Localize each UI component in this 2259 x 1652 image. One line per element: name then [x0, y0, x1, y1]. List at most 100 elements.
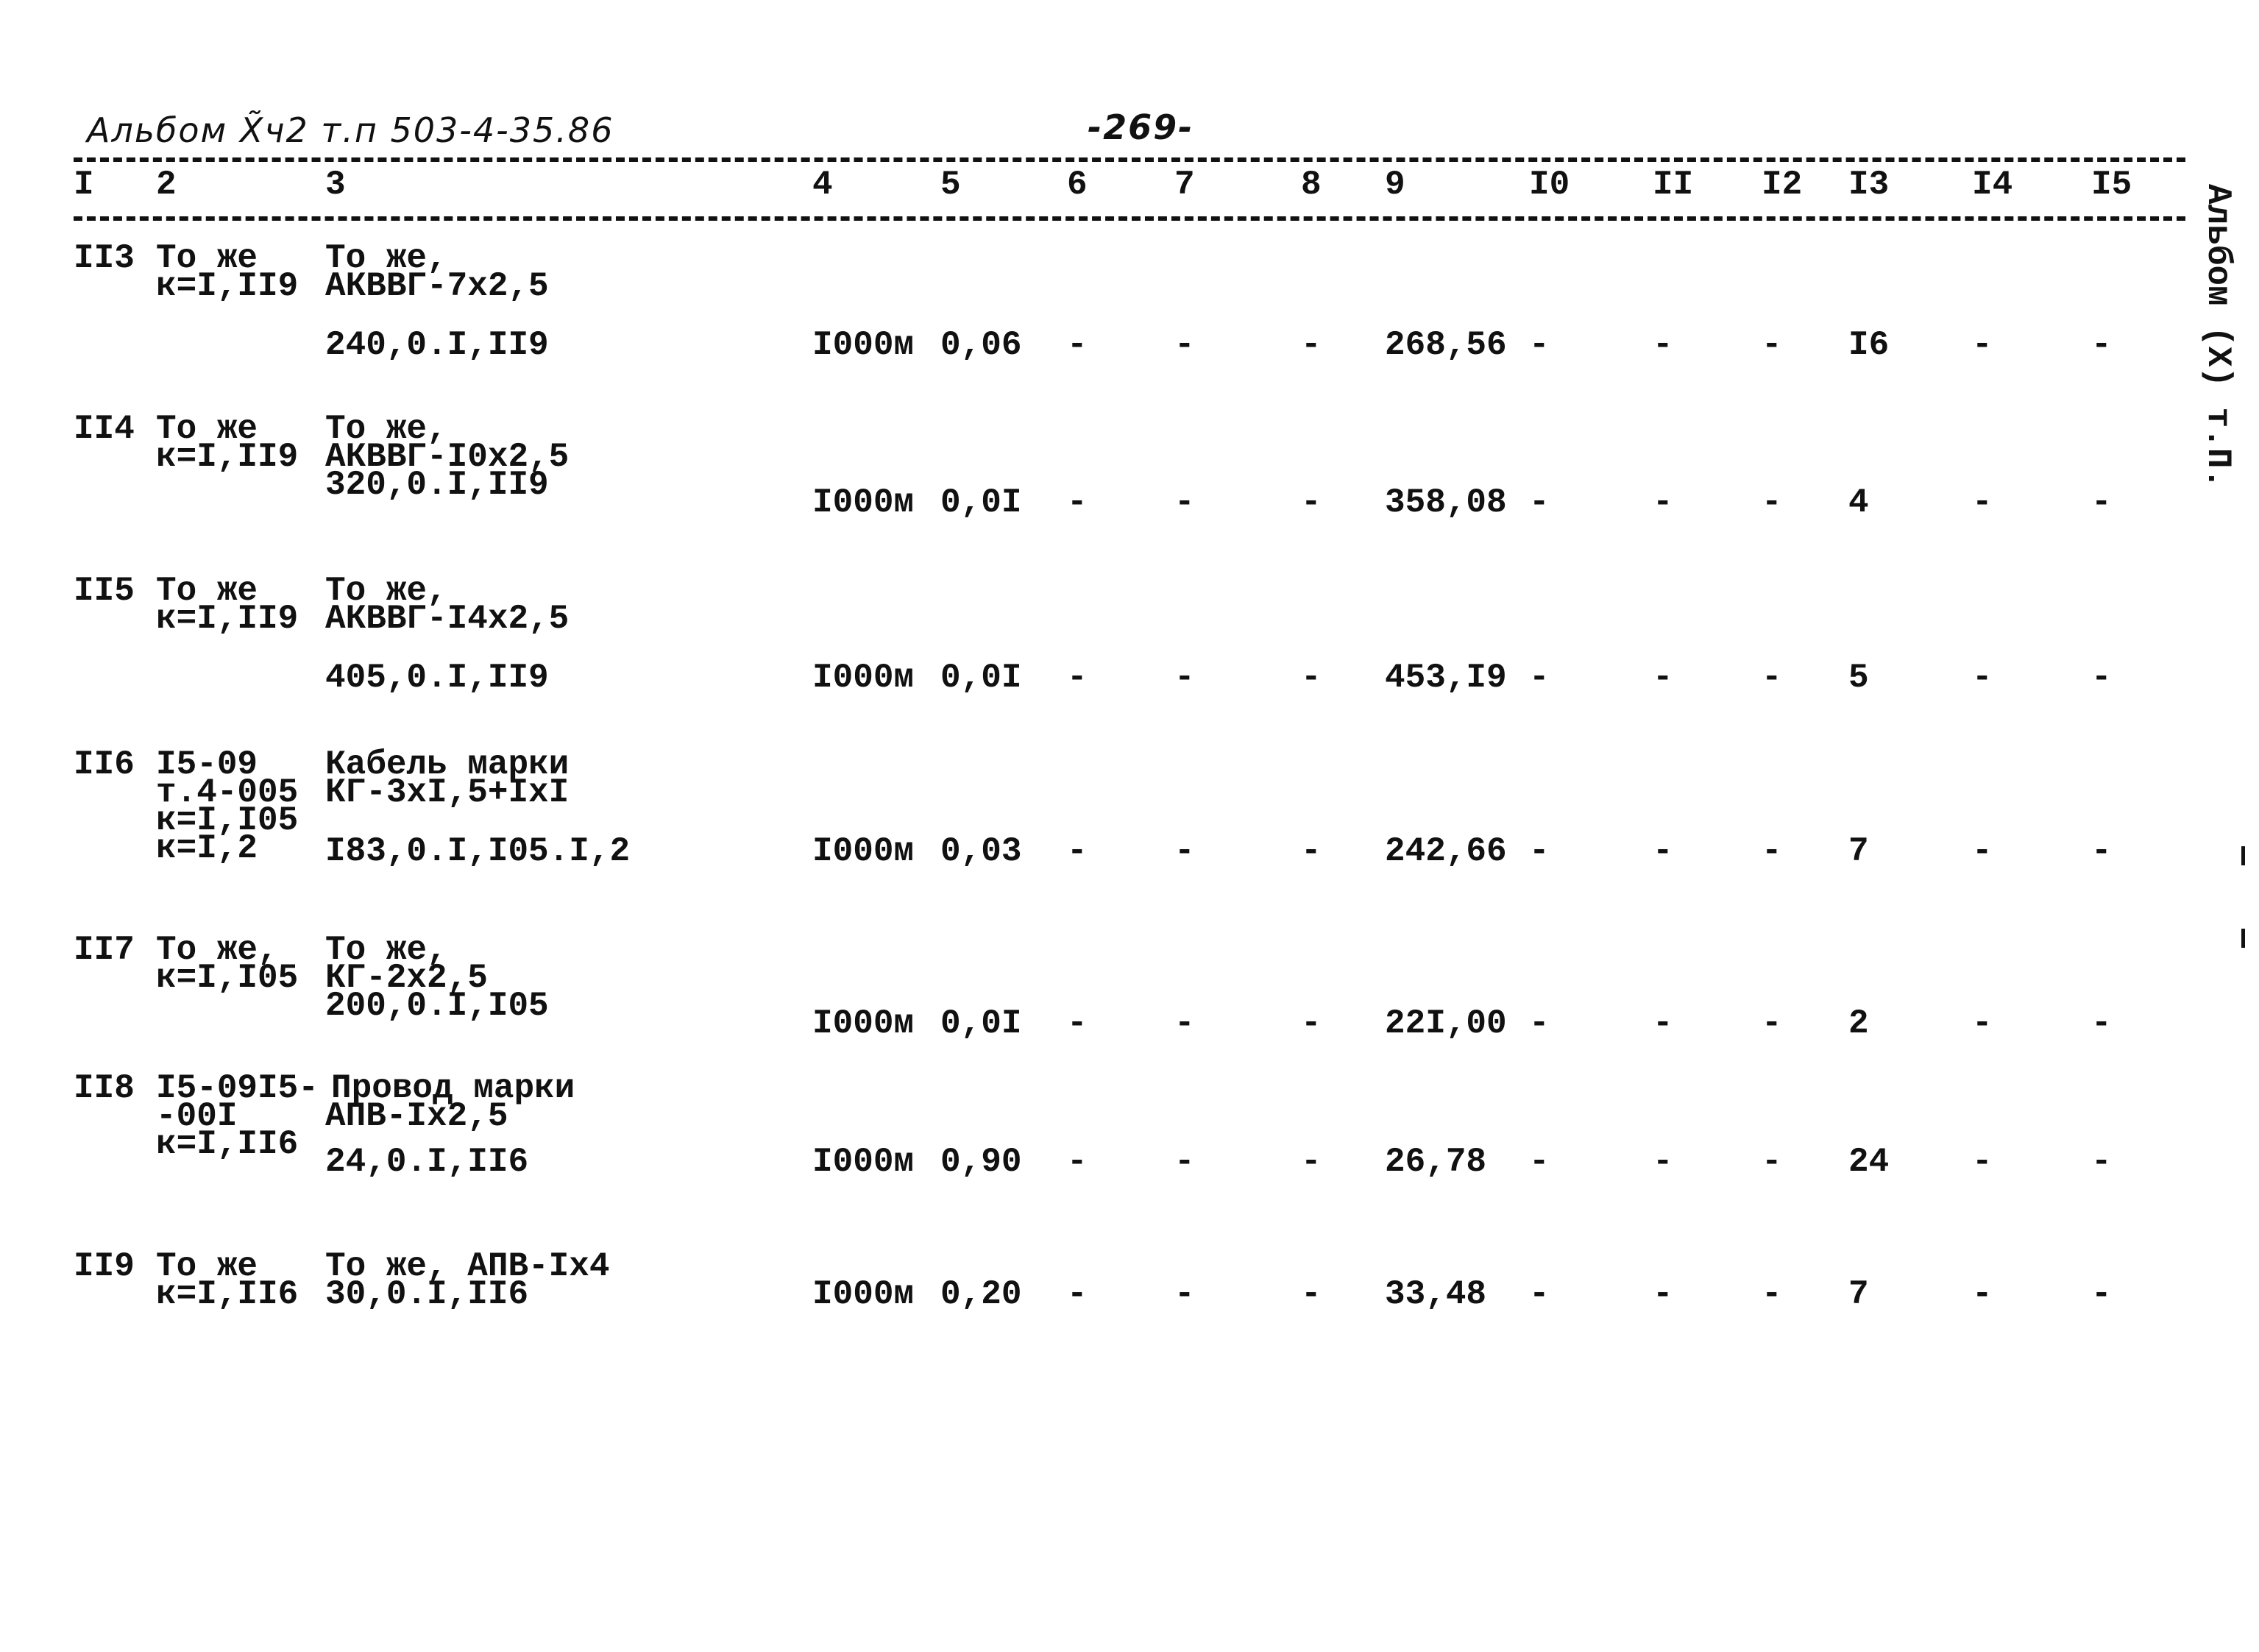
row-col13: 2: [1848, 1004, 1869, 1043]
row-col13: I6: [1848, 326, 1890, 364]
row-col9: 26,78: [1385, 1143, 1487, 1181]
margin-tick-mark: [2241, 846, 2245, 865]
row-col15: -: [2091, 326, 2112, 364]
row-col9: 453,I9: [1385, 659, 1507, 697]
row-number: II8: [74, 1069, 135, 1107]
col-num-14: I4: [1972, 166, 2013, 204]
row-col11: -: [1653, 659, 1673, 697]
row-col11: -: [1653, 1143, 1673, 1181]
row-code-line: к=I,2: [156, 829, 258, 868]
col-num-3: 3: [325, 166, 346, 204]
row-col6: -: [1067, 483, 1088, 522]
row-col8: -: [1301, 659, 1322, 697]
row-col10: -: [1529, 326, 1550, 364]
margin-tick-mark: [2241, 929, 2245, 948]
row-col6: -: [1067, 1143, 1088, 1181]
row-quantity: 0,0I: [940, 659, 1022, 697]
row-col9: 22I,00: [1385, 1004, 1507, 1043]
row-desc-line: I83,0.I,I05.I,2: [325, 832, 631, 871]
row-quantity: 0,20: [940, 1275, 1022, 1314]
row-col8: -: [1301, 1004, 1322, 1043]
row-col7: -: [1174, 483, 1195, 522]
row-col13: 5: [1848, 659, 1869, 697]
row-col11: -: [1653, 1004, 1673, 1043]
row-code-line: к=I,II9: [156, 438, 299, 476]
row-col6: -: [1067, 326, 1088, 364]
row-col12: -: [1762, 483, 1782, 522]
row-code-line: к=I,I05: [156, 959, 299, 997]
row-col9: 33,48: [1385, 1275, 1487, 1314]
row-col14: -: [1972, 832, 1993, 871]
col-num-13: I3: [1848, 166, 1890, 204]
row-col7: -: [1174, 659, 1195, 697]
row-col8: -: [1301, 483, 1322, 522]
row-col6: -: [1067, 1004, 1088, 1043]
row-unit: I000м: [812, 1143, 915, 1181]
row-col12: -: [1762, 832, 1782, 871]
row-col15: -: [2091, 659, 2112, 697]
row-number: II5: [74, 572, 135, 610]
row-col12: -: [1762, 326, 1782, 364]
document-page: Альбом X̃ч2 т.п 503-4-35.86 -269- I 2 3 …: [0, 0, 2259, 1652]
row-desc-line: КГ-3хI,5+IхI: [325, 773, 570, 812]
row-number: II3: [74, 239, 135, 277]
row-col12: -: [1762, 1143, 1782, 1181]
row-col7: -: [1174, 1275, 1195, 1314]
row-desc-line: АКВВГ-I4х2,5: [325, 600, 570, 638]
col-num-4: 4: [812, 166, 833, 204]
row-number: II9: [74, 1247, 135, 1286]
col-num-10: I0: [1529, 166, 1570, 204]
col-num-6: 6: [1067, 166, 1088, 204]
row-code-line: к=I,II9: [156, 600, 299, 638]
row-col10: -: [1529, 832, 1550, 871]
row-col7: -: [1174, 326, 1195, 364]
col-num-5: 5: [940, 166, 961, 204]
row-col8: -: [1301, 326, 1322, 364]
row-col7: -: [1174, 832, 1195, 871]
row-desc-line: 320,0.I,II9: [325, 466, 549, 504]
row-number: II6: [74, 745, 135, 784]
row-desc-line: 405,0.I,II9: [325, 659, 549, 697]
col-num-12: I2: [1762, 166, 1803, 204]
row-col14: -: [1972, 1004, 1993, 1043]
row-col10: -: [1529, 1004, 1550, 1043]
row-col14: -: [1972, 1275, 1993, 1314]
row-code-line: к=I,II6: [156, 1275, 299, 1314]
row-desc-line: 240,0.I,II9: [325, 326, 549, 364]
row-unit: I000м: [812, 483, 915, 522]
row-col12: -: [1762, 1004, 1782, 1043]
row-unit: I000м: [812, 832, 915, 871]
album-reference: Альбом X̃ч2 т.п 503-4-35.86: [87, 110, 614, 150]
header-bottom-rule: [74, 216, 2185, 221]
row-number: II7: [74, 931, 135, 969]
row-col12: -: [1762, 659, 1782, 697]
row-col11: -: [1653, 1275, 1673, 1314]
row-desc-line: АПВ-Iх2,5: [325, 1097, 508, 1135]
row-quantity: 0,90: [940, 1143, 1022, 1181]
row-col15: -: [2091, 1143, 2112, 1181]
col-num-7: 7: [1174, 166, 1195, 204]
row-col14: -: [1972, 483, 1993, 522]
row-col9: 242,66: [1385, 832, 1507, 871]
row-number: II4: [74, 410, 135, 448]
header-top-rule: [74, 157, 2185, 162]
row-col14: -: [1972, 659, 1993, 697]
row-unit: I000м: [812, 1004, 915, 1043]
row-col15: -: [2091, 483, 2112, 522]
row-col8: -: [1301, 1275, 1322, 1314]
row-col13: 7: [1848, 832, 1869, 871]
row-quantity: 0,03: [940, 832, 1022, 871]
row-unit: I000м: [812, 659, 915, 697]
row-col13: 4: [1848, 483, 1869, 522]
row-col6: -: [1067, 659, 1088, 697]
row-desc-line: АКВВГ-7х2,5: [325, 267, 549, 305]
row-col6: -: [1067, 832, 1088, 871]
row-desc-line: 30,0.I,II6: [325, 1275, 529, 1314]
col-num-9: 9: [1385, 166, 1405, 204]
row-col9: 268,56: [1385, 326, 1507, 364]
col-num-11: II: [1653, 166, 1694, 204]
row-col10: -: [1529, 483, 1550, 522]
row-col11: -: [1653, 832, 1673, 871]
row-col8: -: [1301, 1143, 1322, 1181]
row-code-line: к=I,II9: [156, 267, 299, 305]
